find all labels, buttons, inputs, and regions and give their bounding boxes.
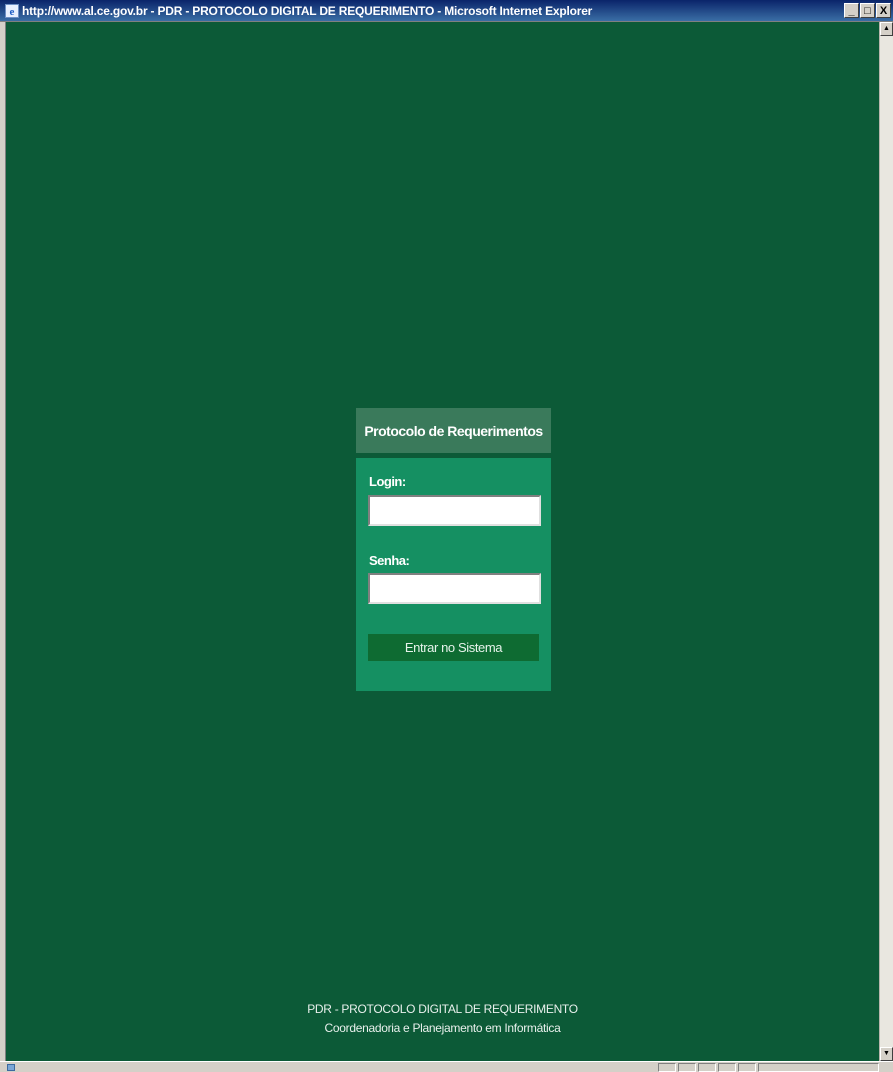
- page-status-icon: [7, 1064, 15, 1071]
- login-label: Login:: [369, 474, 406, 489]
- login-box-title: Protocolo de Requerimentos: [356, 408, 551, 453]
- password-input[interactable]: [368, 573, 541, 604]
- scroll-down-arrow-icon[interactable]: ▼: [880, 1047, 893, 1061]
- window-title-bar[interactable]: e http://www.al.ce.gov.br - PDR - PROTOC…: [0, 0, 893, 22]
- svg-text:e: e: [10, 6, 15, 18]
- footer-title: PDR - PROTOCOLO DIGITAL DE REQUERIMENTO: [307, 1002, 578, 1016]
- status-bar: [0, 1061, 893, 1072]
- close-button[interactable]: X: [876, 3, 891, 18]
- maximize-button[interactable]: □: [860, 3, 875, 18]
- vertical-scrollbar[interactable]: ▲ ▼: [879, 22, 893, 1061]
- enter-system-button[interactable]: Entrar no Sistema: [368, 634, 539, 661]
- ie-icon: e: [5, 3, 19, 18]
- scroll-up-arrow-icon[interactable]: ▲: [880, 22, 893, 36]
- login-input[interactable]: [368, 495, 541, 526]
- footer-subtitle: Coordenadoria e Planejamento em Informát…: [324, 1021, 561, 1035]
- window-controls: _ □ X: [844, 3, 891, 18]
- password-label: Senha:: [369, 553, 410, 568]
- minimize-button[interactable]: _: [844, 3, 859, 18]
- login-form: Login: Senha: Entrar no Sistema: [356, 458, 551, 691]
- window-title: http://www.al.ce.gov.br - PDR - PROTOCOL…: [22, 3, 593, 18]
- page-footer: PDR - PROTOCOLO DIGITAL DE REQUERIMENTO …: [6, 1000, 879, 1038]
